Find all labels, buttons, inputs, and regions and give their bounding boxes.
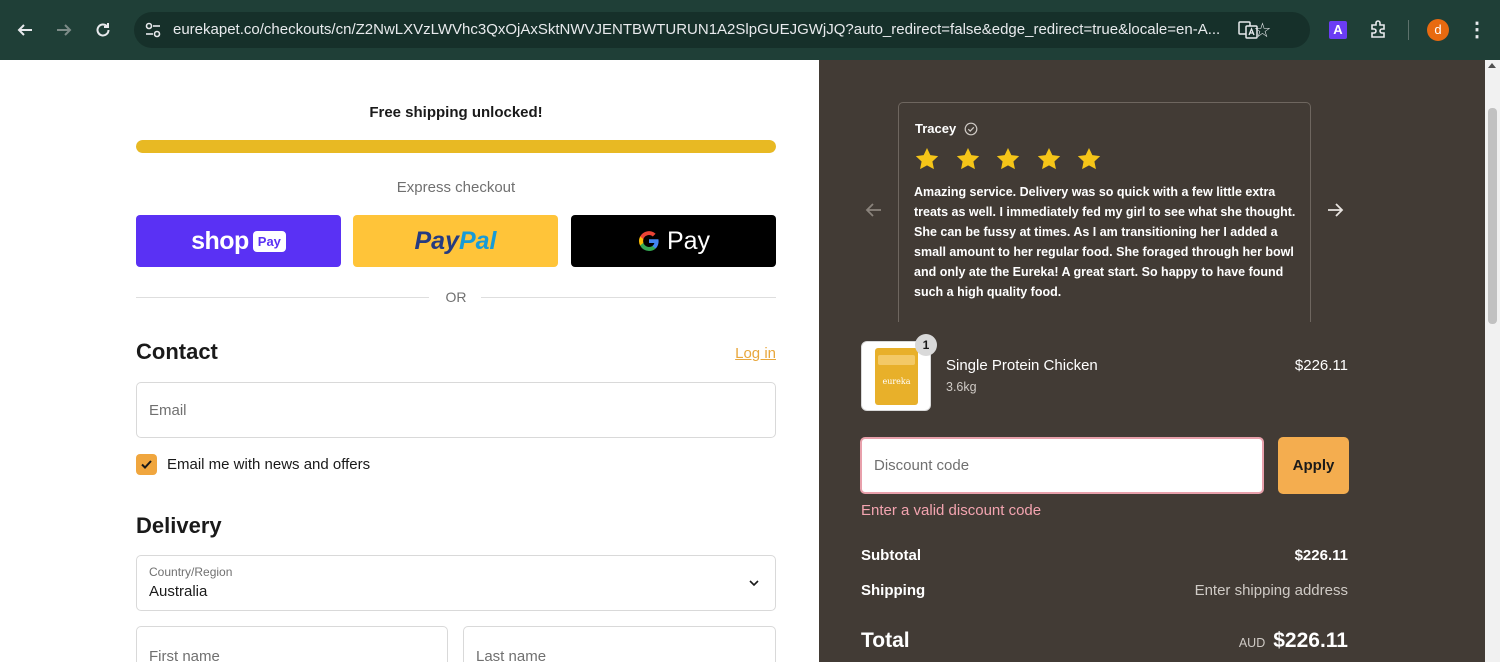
bag-brand-label: eureka xyxy=(882,377,911,386)
chevron-down-icon xyxy=(749,580,759,587)
quantity-badge: 1 xyxy=(915,334,937,356)
paypal-word-pay: Pay xyxy=(414,226,459,255)
email-input[interactable] xyxy=(137,383,775,437)
first-name-field[interactable] xyxy=(136,626,448,662)
total-value: AUD $226.11 xyxy=(1239,629,1348,653)
rating-star-icon xyxy=(956,147,979,170)
previous-review-arrow-icon[interactable] xyxy=(863,199,885,221)
news-opt-in-row[interactable]: Email me with news and offers xyxy=(136,453,370,475)
last-name-input[interactable] xyxy=(464,627,775,662)
extensions-puzzle-icon[interactable] xyxy=(1368,18,1390,40)
news-checkbox-label[interactable]: Email me with news and offers xyxy=(167,456,370,473)
total-amount: $226.11 xyxy=(1273,629,1348,652)
forward-arrow-icon[interactable] xyxy=(48,14,80,46)
rating-star-icon xyxy=(915,147,939,170)
review-text: Amazing service. Delivery was so quick w… xyxy=(914,185,1296,299)
profile-avatar[interactable]: d xyxy=(1427,19,1449,41)
page-scrollbar[interactable] xyxy=(1485,60,1500,662)
shipping-value: Enter shipping address xyxy=(1194,582,1348,599)
or-divider: OR xyxy=(136,289,776,307)
subtotal-label: Subtotal xyxy=(861,547,921,564)
news-checkbox[interactable] xyxy=(136,453,157,475)
rating-star-icon xyxy=(1037,147,1060,170)
rating-stars xyxy=(913,146,1116,172)
google-pay-button[interactable]: Pay xyxy=(571,215,776,267)
shop-pay-badge: Pay xyxy=(252,230,286,252)
product-variant: 3.6kg xyxy=(946,380,977,394)
paypal-button[interactable]: Pay Pal xyxy=(353,215,558,267)
verified-check-icon xyxy=(964,122,978,135)
last-name-field[interactable] xyxy=(463,626,776,662)
divider-line-right xyxy=(481,297,776,298)
back-arrow-icon[interactable] xyxy=(9,14,41,46)
discount-code-input[interactable] xyxy=(862,439,1262,492)
bag-band xyxy=(878,355,915,365)
product-price: $226.11 xyxy=(1294,357,1348,374)
country-select[interactable]: Country/Region Australia xyxy=(136,555,776,611)
subtotal-value: $226.11 xyxy=(1294,547,1348,564)
login-link[interactable]: Log in xyxy=(735,345,776,362)
apply-discount-button[interactable]: Apply xyxy=(1278,437,1349,494)
free-shipping-progress-bar xyxy=(136,140,776,153)
paypal-word-pal: Pal xyxy=(458,226,497,255)
rating-star-icon xyxy=(996,147,1020,170)
shop-pay-button[interactable]: shop Pay xyxy=(136,215,341,267)
reviewer-name-row: Tracey xyxy=(915,121,978,136)
product-name: Single Protein Chicken xyxy=(946,357,1098,374)
url-text[interactable]: eurekapet.co/checkouts/cn/Z2NwLXVzLWVhc3… xyxy=(173,12,1223,48)
next-review-arrow-icon[interactable] xyxy=(1324,199,1346,221)
google-g-icon xyxy=(638,231,659,251)
reload-icon[interactable] xyxy=(87,14,119,46)
product-bag-graphic: eureka xyxy=(875,348,918,405)
country-select-value: Australia xyxy=(149,583,208,600)
free-shipping-message: Free shipping unlocked! xyxy=(369,104,543,121)
browser-toolbar: eurekapet.co/checkouts/cn/Z2NwLXVzLWVhc3… xyxy=(0,0,1500,60)
discount-code-field[interactable] xyxy=(860,437,1264,494)
checkmark-icon xyxy=(141,459,152,469)
bookmark-star-icon[interactable]: ☆ xyxy=(1254,18,1282,44)
total-currency: AUD xyxy=(1238,636,1266,650)
total-label: Total xyxy=(861,629,910,652)
browser-menu-icon[interactable]: ⋮ xyxy=(1467,14,1487,46)
shipping-label: Shipping xyxy=(861,582,926,599)
country-select-label: Country/Region xyxy=(149,565,233,579)
first-name-input[interactable] xyxy=(137,627,447,662)
discount-error-message: Enter a valid discount code xyxy=(861,502,1042,519)
extension-a-icon[interactable]: A xyxy=(1329,21,1347,39)
delivery-heading: Delivery xyxy=(136,513,222,538)
rating-star-icon xyxy=(1077,147,1101,170)
progress-fill xyxy=(136,140,776,153)
contact-heading: Contact xyxy=(136,339,218,364)
shop-pay-word: shop xyxy=(191,226,249,255)
site-settings-icon[interactable] xyxy=(144,21,162,39)
reviewer-name: Tracey xyxy=(915,121,957,136)
email-field[interactable] xyxy=(136,382,776,438)
scroll-up-arrow-icon[interactable] xyxy=(1488,63,1496,68)
google-pay-word: Pay xyxy=(666,226,711,255)
address-bar[interactable]: eurekapet.co/checkouts/cn/Z2NwLXVzLWVhc3… xyxy=(134,12,1310,48)
express-checkout-label: Express checkout xyxy=(396,179,516,196)
scrollbar-thumb[interactable] xyxy=(1488,108,1497,324)
toolbar-divider xyxy=(1408,20,1409,40)
